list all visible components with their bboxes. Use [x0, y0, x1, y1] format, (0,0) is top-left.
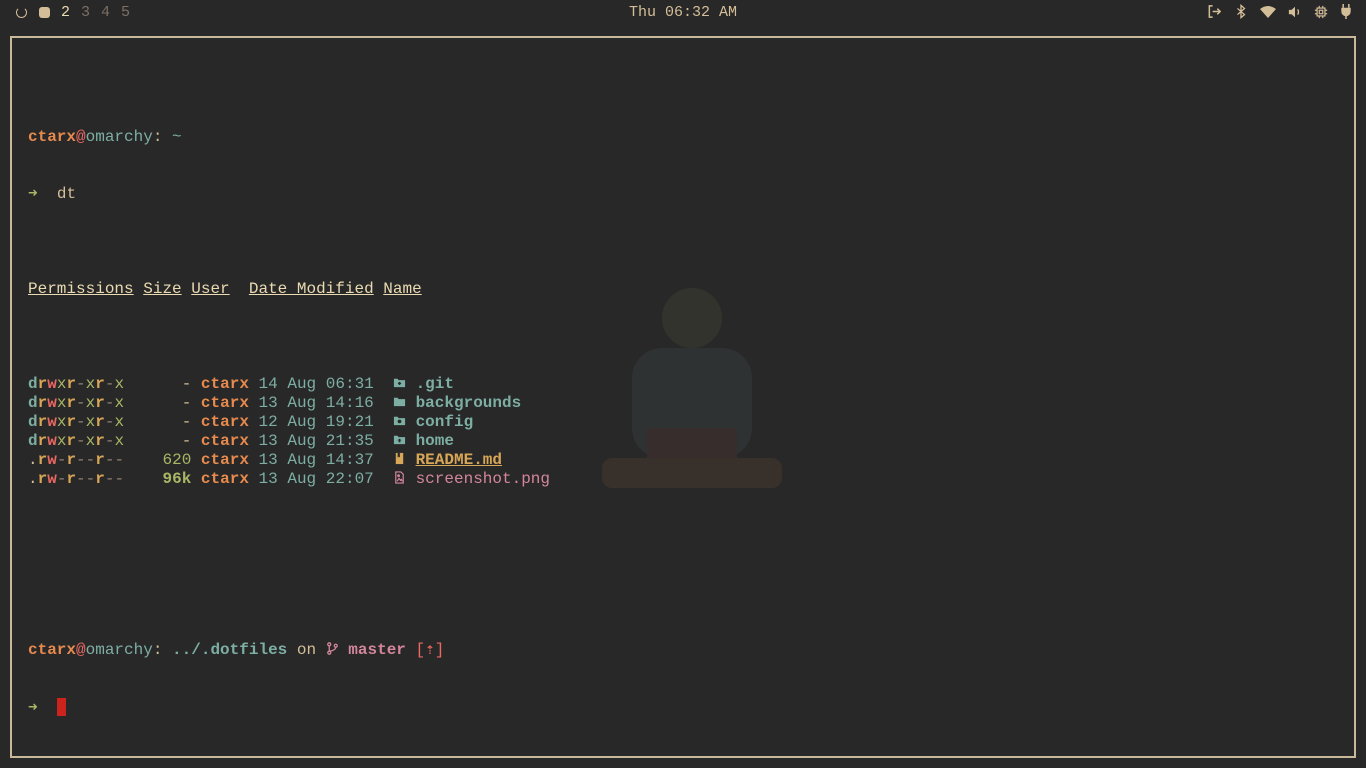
- prompt-host: omarchy: [85, 641, 153, 659]
- file-size: -: [152, 375, 192, 393]
- prompt-arrow-icon: ➜: [28, 185, 38, 203]
- file-size: 620: [152, 451, 192, 469]
- launcher-icon[interactable]: [16, 7, 27, 18]
- prompt-arrow-icon: ➜: [28, 699, 38, 717]
- workspace-3[interactable]: 3: [81, 4, 90, 21]
- terminal-output: ctarx@omarchy: ~ ➜ dt Permissions Size U…: [28, 71, 550, 755]
- file-size: 96k: [152, 470, 192, 488]
- git-branch-name: master: [348, 641, 406, 659]
- top-bar: 2 3 4 5 Thu 06:32 AM: [0, 0, 1366, 26]
- command-text: dt: [56, 185, 77, 203]
- file-row: .rw-r--r-- 96k ctarx 13 Aug 22:07 screen…: [28, 470, 550, 489]
- file-row: drwxr-xr-x - ctarx 13 Aug 21:35 home: [28, 432, 550, 451]
- header-user: User: [191, 280, 230, 298]
- wallpaper-emblem: [602, 288, 782, 488]
- prompt-line: ctarx@omarchy: ~: [28, 128, 550, 147]
- prompt-on: on: [296, 641, 317, 659]
- folder-icon: [393, 394, 406, 412]
- file-row: drwxr-xr-x - ctarx 13 Aug 14:16 backgrou…: [28, 394, 550, 413]
- file-name[interactable]: screenshot.png: [416, 470, 550, 488]
- prompt-at: @: [76, 128, 86, 146]
- file-owner: ctarx: [200, 413, 249, 431]
- system-tray: [1207, 4, 1352, 19]
- file-permissions: drwxr-xr-x: [28, 413, 125, 431]
- file-permissions: .rw-r--r--: [28, 470, 125, 488]
- prompt-separator: :: [152, 128, 173, 146]
- file-name[interactable]: .git: [416, 375, 454, 393]
- prompt-at: @: [76, 641, 86, 659]
- workspace-4[interactable]: 4: [101, 4, 110, 21]
- command-line: ➜ dt: [28, 185, 550, 204]
- clock[interactable]: Thu 06:32 AM: [629, 4, 737, 21]
- file-date: 14 Aug 06:31: [258, 375, 374, 393]
- config-folder-icon: [393, 413, 406, 431]
- bluetooth-icon[interactable]: [1234, 4, 1248, 19]
- file-date: 13 Aug 22:07: [258, 470, 374, 488]
- prompt-separator: :: [152, 641, 173, 659]
- image-file-icon: [393, 470, 406, 488]
- file-permissions: .rw-r--r--: [28, 451, 125, 469]
- file-size: -: [152, 432, 192, 450]
- workspace-5[interactable]: 5: [121, 4, 130, 21]
- text-cursor: [56, 698, 66, 716]
- file-date: 13 Aug 14:37: [258, 451, 374, 469]
- file-name[interactable]: README.md: [416, 451, 502, 469]
- file-size: -: [152, 413, 192, 431]
- terminal-window[interactable]: ctarx@omarchy: ~ ➜ dt Permissions Size U…: [10, 36, 1356, 758]
- prompt-line: ctarx@omarchy: ../.dotfiles on master [⇡…: [28, 641, 550, 660]
- git-branch-icon: [326, 641, 339, 659]
- active-workspace-indicator[interactable]: [39, 7, 50, 18]
- file-name[interactable]: backgrounds: [416, 394, 522, 412]
- volume-icon[interactable]: [1288, 5, 1302, 19]
- file-permissions: drwxr-xr-x: [28, 394, 125, 412]
- header-permissions: Permissions: [28, 280, 134, 298]
- file-owner: ctarx: [200, 470, 249, 488]
- prompt-user: ctarx: [28, 128, 77, 146]
- file-row: .rw-r--r-- 620 ctarx 13 Aug 14:37 README…: [28, 451, 550, 470]
- power-plug-icon[interactable]: [1340, 4, 1352, 19]
- file-date: 13 Aug 21:35: [258, 432, 374, 450]
- file-name[interactable]: home: [416, 432, 454, 450]
- file-row: drwxr-xr-x - ctarx 12 Aug 19:21 config: [28, 413, 550, 432]
- table-header: Permissions Size User Date Modified Name: [28, 280, 550, 299]
- git-folder-icon: [393, 375, 406, 393]
- prompt-host: omarchy: [85, 128, 153, 146]
- prompt-path: ~: [172, 128, 182, 146]
- cpu-icon[interactable]: [1314, 5, 1328, 19]
- file-owner: ctarx: [200, 451, 249, 469]
- file-permissions: drwxr-xr-x: [28, 432, 125, 450]
- file-name[interactable]: config: [416, 413, 474, 431]
- workspace-switcher: 2 3 4 5: [16, 4, 130, 21]
- file-owner: ctarx: [200, 394, 249, 412]
- file-owner: ctarx: [200, 375, 249, 393]
- file-permissions: drwxr-xr-x: [28, 375, 125, 393]
- logout-icon[interactable]: [1207, 4, 1222, 19]
- prompt-path: ../.dotfiles: [172, 641, 288, 659]
- header-name: Name: [383, 280, 422, 298]
- git-status: [⇡]: [415, 641, 445, 659]
- home-folder-icon: [393, 432, 406, 450]
- file-size: -: [152, 394, 192, 412]
- header-size: Size: [143, 280, 182, 298]
- file-date: 13 Aug 14:16: [258, 394, 374, 412]
- header-date-modified: Date Modified: [248, 280, 374, 298]
- file-row: drwxr-xr-x - ctarx 14 Aug 06:31 .git: [28, 375, 550, 394]
- file-owner: ctarx: [200, 432, 249, 450]
- file-date: 12 Aug 19:21: [258, 413, 374, 431]
- workspace-2[interactable]: 2: [61, 4, 70, 21]
- prompt-user: ctarx: [28, 641, 77, 659]
- input-line[interactable]: ➜: [28, 698, 550, 717]
- file-list: drwxr-xr-x - ctarx 14 Aug 06:31 .git drwx…: [28, 375, 550, 489]
- wifi-icon[interactable]: [1260, 5, 1276, 19]
- readme-icon: [393, 451, 406, 469]
